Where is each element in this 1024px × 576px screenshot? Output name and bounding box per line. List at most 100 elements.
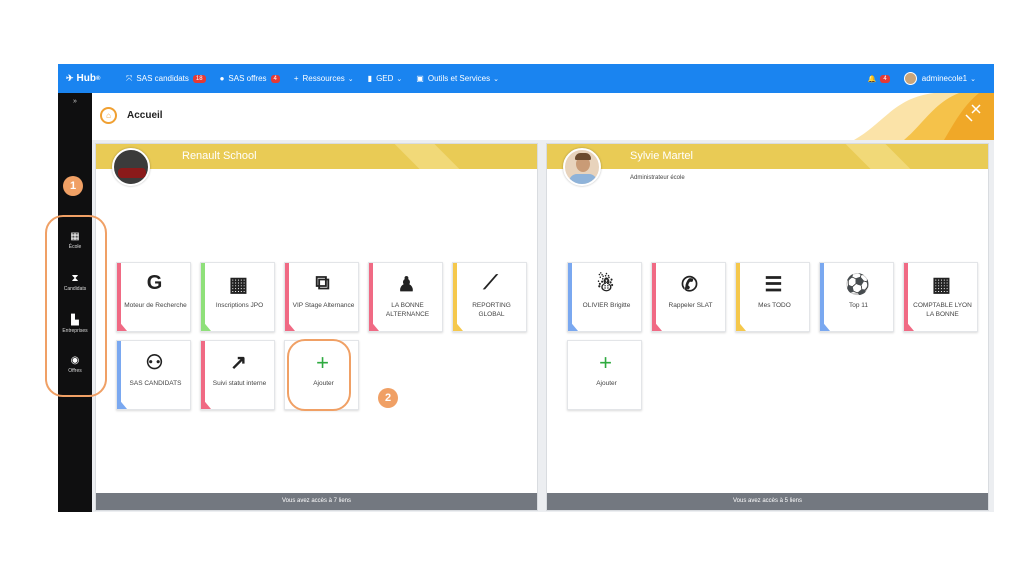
- user-tie-icon: ♟: [397, 274, 416, 296]
- briefcase-clock-icon: ⧉: [315, 272, 330, 294]
- nav-ged[interactable]: ▮ GED ⌄: [368, 74, 403, 83]
- tile-sas-candidats[interactable]: ⚇ SAS CANDIDATS: [116, 340, 191, 410]
- left-school-panel: Renault School G Moteur de Recherche ▦ I…: [95, 143, 538, 511]
- tile-rappeler-slat[interactable]: ✆ Rappeler SLAT: [651, 262, 726, 332]
- tile-reporting-global[interactable]: ⟋ REPORTING GLOBAL: [452, 262, 527, 332]
- tile-label: Moteur de Recherche: [124, 302, 187, 309]
- tile-label: Inscriptions JPO: [215, 302, 264, 309]
- home-icon[interactable]: ⌂: [100, 107, 117, 124]
- calculator-icon: ▦: [932, 274, 951, 296]
- tile-corner-accent: [117, 397, 127, 409]
- nav-sas-candidats[interactable]: ⤧ SAS candidats 18: [126, 74, 206, 84]
- panel-header-band: [96, 144, 537, 169]
- hub-logo[interactable]: ✈ Hub ®: [66, 73, 126, 84]
- panel-header-band: [547, 144, 988, 169]
- tile-comptable-lyon[interactable]: ▦ COMPTABLE LYON LA BONNE: [903, 262, 978, 332]
- tile-label: Rappeler SLAT: [668, 302, 713, 309]
- tile-label: COMPTABLE LYON LA BONNE: [913, 302, 972, 318]
- tile-corner-accent: [201, 319, 211, 331]
- arrow-grid-icon: ↗: [230, 352, 247, 374]
- nav-sas-offres[interactable]: ● SAS offres 4: [220, 74, 280, 83]
- tile-label: Top 11: [848, 302, 869, 309]
- app-window: ✈ Hub ® ⤧ SAS candidats 18 ● SAS offres 4…: [58, 64, 994, 512]
- briefcase-icon: ▣: [416, 74, 424, 83]
- line-chart-icon: ⟋: [483, 272, 498, 294]
- annotation-highlight-sidebar: [45, 215, 107, 397]
- sas-candidats-icon: ⤧: [126, 73, 133, 83]
- tile-label: VIP Stage Alternance: [292, 302, 355, 309]
- chevron-down-icon: ⌄: [493, 75, 499, 83]
- tile-label: Suivi statut interne: [212, 380, 267, 387]
- document-icon: ▮: [367, 74, 373, 83]
- panel-title: Sylvie Martel: [630, 150, 693, 162]
- count-badge: 4: [270, 74, 280, 83]
- notification-badge: 4: [880, 74, 890, 83]
- count-badge: 18: [192, 74, 206, 83]
- panel-footer: Vous avez accès à 5 liens: [547, 493, 988, 510]
- user-avatar: [563, 148, 601, 186]
- nav-label: GED: [376, 74, 394, 83]
- list-icon: ☰: [764, 274, 783, 296]
- nav-outils-services[interactable]: ▣ Outils et Services ⌄: [416, 74, 499, 83]
- top-right-area: 🔔 4 adminecole1 ⌄: [868, 72, 976, 85]
- tile-inscriptions-jpo[interactable]: ▦ Inscriptions JPO: [200, 262, 275, 332]
- tile-corner-accent: [453, 319, 463, 331]
- right-user-panel: Sylvie Martel Administrateur école ☃ OLI…: [546, 143, 989, 511]
- tile-corner-accent: [117, 319, 127, 331]
- tile-mes-todo[interactable]: ☰ Mes TODO: [735, 262, 810, 332]
- tile-corner-accent: [736, 319, 746, 331]
- school-avatar: [112, 148, 150, 186]
- tile-label: REPORTING GLOBAL: [472, 302, 511, 318]
- main-content: ⌂ Accueil Renault School G Moteur de Rec…: [92, 93, 994, 512]
- google-icon: G: [146, 272, 163, 294]
- header-decoration: [854, 93, 994, 140]
- phone-icon: ✆: [681, 274, 698, 296]
- user-avatar: [903, 72, 917, 85]
- nav-label: SAS candidats: [136, 74, 189, 83]
- panel-footer: Vous avez accès à 7 liens: [96, 493, 537, 510]
- tile-corner-accent: [904, 319, 914, 331]
- annotation-marker-1: 1: [63, 176, 83, 196]
- tile-bonne-alternance[interactable]: ♟ LA BONNE ALTERNANCE: [368, 262, 443, 332]
- users-icon: ⚇: [145, 352, 164, 374]
- notifications-button[interactable]: 🔔 4: [867, 74, 890, 83]
- tile-corner-accent: [568, 319, 578, 331]
- tile-label: Mes TODO: [758, 302, 791, 309]
- calendar-icon: ▦: [229, 274, 248, 296]
- nav-ressources[interactable]: + Ressources ⌄: [294, 74, 354, 83]
- tile-label: SAS CANDIDATS: [129, 380, 182, 387]
- tile-corner-accent: [652, 319, 662, 331]
- chevron-down-icon: ⌄: [396, 75, 403, 83]
- bell-icon: 🔔: [867, 75, 877, 83]
- panel-title: Renault School: [182, 150, 257, 162]
- nav-label: Outils et Services: [427, 74, 491, 83]
- chevron-down-icon: ⌄: [970, 75, 976, 83]
- user-menu[interactable]: adminecole1 ⌄: [903, 72, 976, 85]
- nav-label: SAS offres: [228, 74, 267, 83]
- tile-add-link[interactable]: + Ajouter: [567, 340, 642, 410]
- tile-label: OLIVIER Brigitte: [582, 302, 631, 309]
- tile-label: Ajouter: [596, 380, 617, 387]
- panel-subtitle: Administrateur école: [630, 175, 685, 181]
- snowman-icon: ☃: [596, 274, 615, 296]
- chevron-down-icon: ⌄: [347, 75, 354, 83]
- annotation-highlight-add: [287, 339, 351, 411]
- top-navbar: ✈ Hub ® ⤧ SAS candidats 18 ● SAS offres 4…: [58, 64, 994, 93]
- username: adminecole1: [921, 74, 968, 83]
- plus-icon: +: [293, 74, 299, 83]
- tile-suivi-statut[interactable]: ↗ Suivi statut interne: [200, 340, 275, 410]
- tile-olivier-brigitte[interactable]: ☃ OLIVIER Brigitte: [567, 262, 642, 332]
- sidebar-toggle[interactable]: »: [58, 98, 92, 105]
- logo-text: Hub: [76, 73, 96, 84]
- logo-sup: ®: [96, 75, 101, 82]
- tile-top-11[interactable]: ⚽ Top 11: [819, 262, 894, 332]
- soccer-ball-icon: ⚽: [845, 274, 870, 296]
- plus-icon: +: [599, 350, 612, 375]
- nav-label: Ressources: [302, 74, 345, 83]
- tile-corner-accent: [369, 319, 379, 331]
- tile-moteur-recherche[interactable]: G Moteur de Recherche: [116, 262, 191, 332]
- tile-corner-accent: [820, 319, 830, 331]
- logo-mark-icon: ✈: [66, 73, 74, 83]
- tile-vip-stage[interactable]: ⧉ VIP Stage Alternance: [284, 262, 359, 332]
- tile-label: LA BONNE ALTERNANCE: [385, 302, 430, 318]
